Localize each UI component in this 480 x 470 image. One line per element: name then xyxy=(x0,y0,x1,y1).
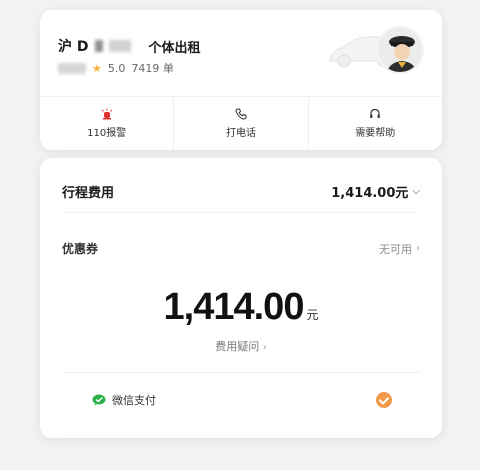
wechat-pay-icon xyxy=(92,394,106,406)
driver-orders: 7419 单 xyxy=(131,62,174,75)
total-fare: 1,414.00 元 xyxy=(40,286,442,329)
trip-divider xyxy=(62,212,420,213)
phone-icon xyxy=(235,108,247,120)
plate-row: 沪 D 个体出租 xyxy=(58,36,201,56)
trip-fare-amount: 1,414.00元 xyxy=(331,186,409,201)
car-type: 个体出租 xyxy=(148,40,201,56)
plate-redacted-1 xyxy=(94,40,103,52)
fare-card: 行程费用 1,414.00元 ⌵ 优惠券 无可用 › 1,414.00 元 费用… xyxy=(40,158,442,438)
call-driver-label: 打电话 xyxy=(225,127,256,139)
payment-selected-radio[interactable] xyxy=(376,392,392,408)
chevron-right-icon: › xyxy=(262,342,267,353)
driver-rating: 5.0 xyxy=(107,61,126,75)
coupon-label: 优惠券 xyxy=(62,242,99,256)
plate-number: 沪 D xyxy=(58,39,89,55)
action-bar: 110报警 打电话 需要帮助 xyxy=(40,96,442,150)
plate-redacted-2 xyxy=(108,40,131,52)
fare-question-label: 费用疑问 xyxy=(215,340,260,353)
call-driver-button[interactable]: 打电话 xyxy=(174,96,309,150)
emergency-110-button[interactable]: 110报警 xyxy=(40,96,175,150)
fare-question-link[interactable]: 费用疑问 › xyxy=(40,338,442,354)
driver-name-redacted xyxy=(58,62,86,74)
payment-method-label: 微信支付 xyxy=(112,394,156,407)
driver-avatar-icon xyxy=(378,28,422,72)
need-help-button[interactable]: 需要帮助 xyxy=(309,96,442,150)
trip-fare-row[interactable]: 行程费用 1,414.00元 ⌵ xyxy=(62,182,420,201)
driver-avatar[interactable] xyxy=(376,26,424,74)
emergency-110-label: 110报警 xyxy=(87,127,127,139)
total-fare-amount: 1,414.00 xyxy=(163,286,305,328)
payment-method: 微信支付 xyxy=(92,392,156,408)
chevron-down-icon: ⌵ xyxy=(412,186,420,197)
alarm-icon xyxy=(101,108,113,119)
coupon-value: 无可用 xyxy=(379,242,412,256)
chevron-right-icon: › xyxy=(416,243,420,254)
payment-divider xyxy=(62,372,420,373)
headset-icon xyxy=(370,108,381,118)
trip-fare-amount-wrap: 1,414.00元 ⌵ xyxy=(331,182,420,201)
star-icon: ★ xyxy=(92,61,102,75)
coupon-value-wrap: 无可用 › xyxy=(379,241,420,257)
rating-row: ★ 5.0 7419 单 xyxy=(58,60,174,76)
total-fare-unit: 元 xyxy=(306,308,319,322)
need-help-label: 需要帮助 xyxy=(355,127,396,139)
driver-card: 沪 D 个体出租 ★ 5.0 7419 单 110报警 打电话 需要帮助 xyxy=(40,10,442,150)
trip-fare-label: 行程费用 xyxy=(62,186,115,201)
payment-row[interactable]: 微信支付 xyxy=(92,392,392,408)
coupon-row[interactable]: 优惠券 无可用 › xyxy=(62,240,420,257)
